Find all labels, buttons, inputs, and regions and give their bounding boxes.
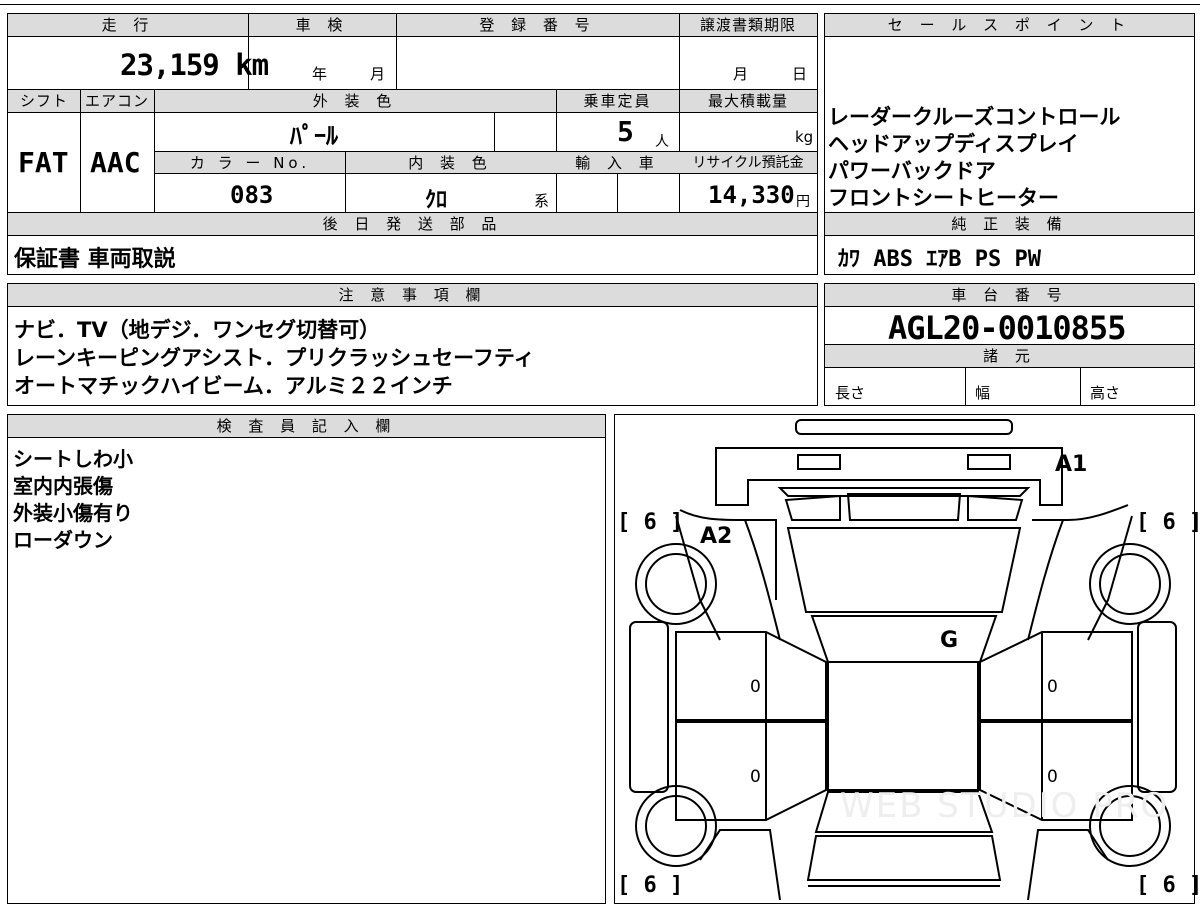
door-front-left bbox=[675, 631, 827, 721]
tire-depth-rear-right: [ 6 ] bbox=[1136, 873, 1200, 898]
car-diagram bbox=[629, 419, 1177, 900]
headlight-left bbox=[797, 454, 841, 470]
hood-center-detail bbox=[846, 493, 962, 521]
rear-hatch bbox=[806, 835, 1002, 881]
wheel-front-left bbox=[635, 543, 717, 625]
wheel-front-right bbox=[1089, 543, 1171, 625]
sill-right bbox=[1137, 621, 1177, 793]
front-bumper bbox=[795, 419, 1013, 435]
damage-mark-a1: A1 bbox=[1055, 452, 1088, 477]
door-value-rear-right: 0 bbox=[1047, 767, 1058, 787]
headlight-right bbox=[967, 454, 1011, 470]
damage-mark-g: G bbox=[940, 628, 959, 653]
damage-mark-a2: A2 bbox=[700, 524, 733, 549]
tire-depth-front-left: [ 6 ] bbox=[617, 510, 684, 535]
door-value-front-right: 0 bbox=[1047, 677, 1058, 697]
door-front-right bbox=[979, 631, 1133, 721]
sill-left bbox=[629, 621, 669, 793]
hood-left-detail bbox=[784, 494, 841, 521]
cabin bbox=[827, 661, 979, 791]
watermark: WEB STUDIO PRO bbox=[840, 786, 1170, 826]
tire-depth-rear-left: [ 6 ] bbox=[617, 873, 684, 898]
windshield bbox=[786, 527, 1022, 613]
tire-depth-front-right: [ 6 ] bbox=[1136, 510, 1200, 535]
hood-right-detail bbox=[967, 494, 1024, 521]
door-value-rear-left: 0 bbox=[750, 767, 761, 787]
roof bbox=[810, 615, 998, 663]
door-value-front-left: 0 bbox=[750, 677, 761, 697]
